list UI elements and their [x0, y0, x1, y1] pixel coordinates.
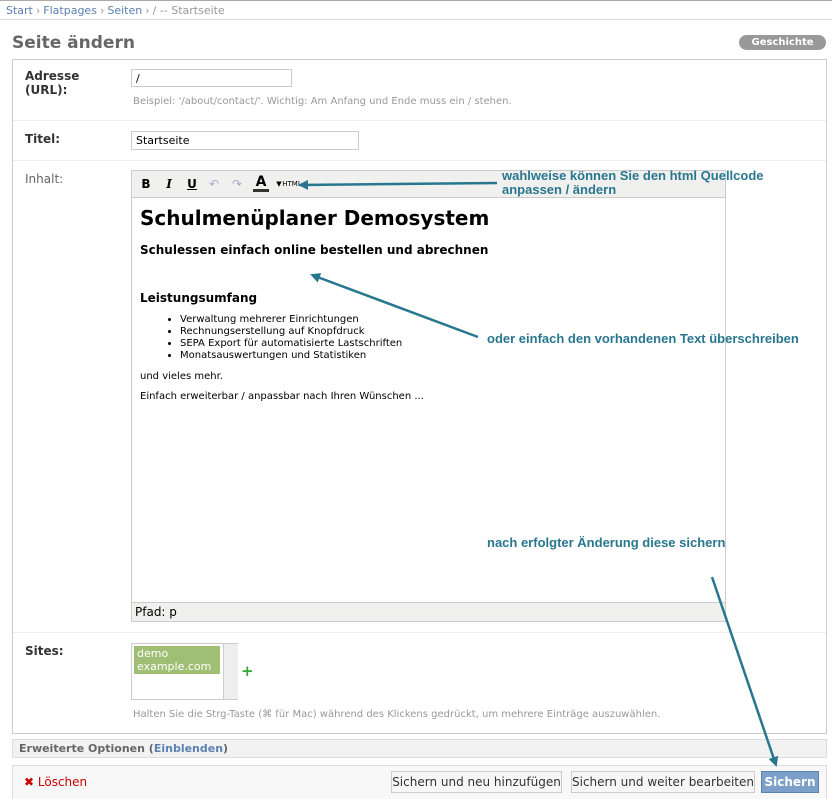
annotation-overwrite-text: oder einfach den vorhandenen Text übersc…	[487, 331, 799, 346]
arrow-to-save	[710, 576, 779, 767]
arrow-to-editor	[310, 273, 479, 339]
annotation-html-source: wahlweise können Sie den html Quellcode …	[502, 168, 764, 197]
arrow-to-html-button	[298, 179, 498, 190]
annotation-arrows	[298, 179, 779, 767]
annotation-save: nach erfolgter Änderung diese sichern	[487, 535, 726, 550]
